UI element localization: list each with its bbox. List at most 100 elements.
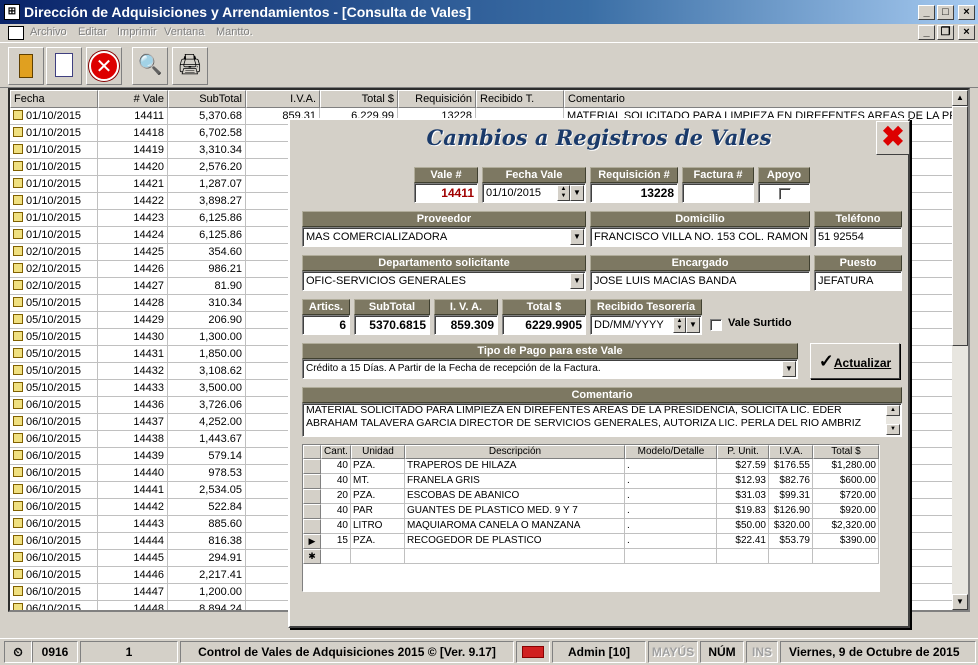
grid-header-recibido[interactable]: Recibido T.: [476, 90, 564, 108]
apoyo-checkbox[interactable]: [779, 188, 791, 200]
item-cell-total[interactable]: $920.00: [813, 504, 879, 519]
item-cell-punit[interactable]: $27.59: [717, 459, 769, 474]
item-cell-iva[interactable]: $99.31: [769, 489, 813, 504]
item-cell-unidad[interactable]: [351, 549, 405, 564]
item-cell-total[interactable]: $2,320.00: [813, 519, 879, 534]
date-spinner[interactable]: ▲ ▼: [557, 185, 570, 201]
departamento-select[interactable]: OFIC-SERVICIOS GENERALES ▼: [302, 271, 586, 291]
domicilio-field[interactable]: FRANCISCO VILLA NO. 153 COL. RAMON: [590, 227, 810, 247]
item-cell-descripcion[interactable]: GUANTES DE PLASTICO MED. 9 Y 7: [405, 504, 625, 519]
item-cell-descripcion[interactable]: MAQUIAROMA CANELA O MANZANA: [405, 519, 625, 534]
mdi-minimize-button[interactable]: _: [918, 25, 935, 40]
subtotal-field[interactable]: 5370.6815: [354, 315, 430, 335]
mdi-child-icon[interactable]: [8, 26, 24, 40]
item-cell-unidad[interactable]: LITRO: [351, 519, 405, 534]
item-cell-unidad[interactable]: PZA.: [351, 459, 405, 474]
item-cell-iva[interactable]: $176.55: [769, 459, 813, 474]
comentario-scrollbar[interactable]: ▲ ▼: [886, 405, 900, 435]
item-cell-descripcion[interactable]: TRAPEROS DE HILAZA: [405, 459, 625, 474]
item-cell-cant[interactable]: 15: [321, 534, 351, 549]
item-cell-punit[interactable]: $31.03: [717, 489, 769, 504]
row-selector[interactable]: [303, 459, 321, 474]
item-cell-cant[interactable]: [321, 549, 351, 564]
minimize-button[interactable]: _: [918, 5, 935, 20]
item-new-row[interactable]: ✱: [303, 549, 879, 564]
item-cell-total[interactable]: $390.00: [813, 534, 879, 549]
item-cell-cant[interactable]: 40: [321, 519, 351, 534]
items-header-unidad[interactable]: Unidad: [351, 445, 405, 459]
item-cell-cant[interactable]: 20: [321, 489, 351, 504]
item-cell-total[interactable]: $720.00: [813, 489, 879, 504]
item-cell-iva[interactable]: $53.79: [769, 534, 813, 549]
items-header-punit[interactable]: P. Unit.: [717, 445, 769, 459]
item-row[interactable]: ▶ 15 PZA. RECOGEDOR DE PLASTICO. $22.41 $53.7…: [303, 534, 879, 549]
total-field[interactable]: 6229.9905: [502, 315, 586, 335]
items-header-total[interactable]: Total $: [813, 445, 879, 459]
grid-header-subtotal[interactable]: SubTotal: [168, 90, 246, 108]
item-cell-cant[interactable]: 40: [321, 459, 351, 474]
item-cell-modelo[interactable]: .: [625, 519, 717, 534]
search-icon[interactable]: 🔍: [132, 47, 168, 85]
grid-vertical-scrollbar[interactable]: ▲ ▼: [952, 90, 968, 610]
item-cell-descripcion[interactable]: [405, 549, 625, 564]
items-table[interactable]: Cant. Unidad Descripción Modelo/Detalle P. U…: [302, 444, 880, 592]
proveedor-select[interactable]: MAS COMERCIALIZADORA ▼: [302, 227, 586, 247]
item-cell-unidad[interactable]: PZA.: [351, 534, 405, 549]
departamento-dropdown-icon[interactable]: ▼: [570, 273, 584, 289]
item-cell-modelo[interactable]: .: [625, 489, 717, 504]
vale-surtido-checkbox[interactable]: [710, 319, 722, 331]
item-cell-iva[interactable]: [769, 549, 813, 564]
row-selector[interactable]: [303, 474, 321, 489]
mdi-restore-button[interactable]: ❐: [937, 25, 954, 40]
comentario-textarea[interactable]: MATERIAL SOLICITADO PARA LIMPIEZA EN DIR…: [302, 403, 902, 437]
items-header-descripcion[interactable]: Descripción: [405, 445, 625, 459]
item-cell-punit[interactable]: $19.83: [717, 504, 769, 519]
scroll-down-icon[interactable]: ▼: [952, 594, 968, 610]
menu-ventana[interactable]: Ventana: [164, 26, 204, 38]
new-row-icon[interactable]: ✱: [303, 549, 321, 564]
actualizar-button[interactable]: ✓Actualizar: [810, 343, 900, 379]
row-pointer-icon[interactable]: ▶: [303, 534, 321, 549]
proveedor-dropdown-icon[interactable]: ▼: [570, 229, 584, 245]
item-cell-total[interactable]: $1,280.00: [813, 459, 879, 474]
item-cell-descripcion[interactable]: FRANELA GRIS: [405, 474, 625, 489]
comentario-scroll-down-icon[interactable]: ▼: [886, 424, 900, 435]
requisicion-field[interactable]: 13228: [590, 183, 678, 203]
item-cell-modelo[interactable]: .: [625, 534, 717, 549]
item-cell-punit[interactable]: [717, 549, 769, 564]
item-cell-iva[interactable]: $126.90: [769, 504, 813, 519]
grid-header-vale[interactable]: # Vale: [98, 90, 168, 108]
puesto-field[interactable]: JEFATURA: [814, 271, 902, 291]
tipo-pago-select[interactable]: Crédito a 15 Días. A Partir de la Fecha …: [302, 359, 798, 379]
item-row[interactable]: 40 PAR GUANTES DE PLASTICO MED. 9 Y 7. $19.…: [303, 504, 879, 519]
scroll-thumb[interactable]: [952, 106, 968, 346]
item-cell-descripcion[interactable]: ESCOBAS DE ABANICO: [405, 489, 625, 504]
print-icon[interactable]: 🖨: [172, 47, 208, 85]
document-icon[interactable]: [46, 47, 82, 85]
item-cell-punit[interactable]: $50.00: [717, 519, 769, 534]
grid-header-iva[interactable]: I.V.A.: [246, 90, 320, 108]
menu-imprimir[interactable]: Imprimir: [117, 26, 157, 38]
item-cell-iva[interactable]: $320.00: [769, 519, 813, 534]
item-cell-cant[interactable]: 40: [321, 474, 351, 489]
recibido-dropdown-icon[interactable]: ▼: [686, 317, 700, 333]
item-cell-punit[interactable]: $12.93: [717, 474, 769, 489]
item-cell-unidad[interactable]: PZA.: [351, 489, 405, 504]
maximize-button[interactable]: □: [937, 5, 954, 20]
vale-number-field[interactable]: 14411: [414, 183, 478, 203]
item-cell-cant[interactable]: 40: [321, 504, 351, 519]
dialog-close-icon[interactable]: ✖: [876, 121, 910, 155]
row-selector[interactable]: [303, 519, 321, 534]
cancel-icon[interactable]: ✕: [86, 47, 122, 85]
scroll-up-icon[interactable]: ▲: [952, 90, 968, 106]
comentario-scroll-up-icon[interactable]: ▲: [886, 405, 900, 416]
fecha-field[interactable]: 01/10/2015 ▲ ▼ ▼: [482, 183, 586, 203]
menu-mantto[interactable]: Mantto.: [216, 26, 253, 38]
item-cell-unidad[interactable]: PAR: [351, 504, 405, 519]
item-cell-modelo[interactable]: .: [625, 504, 717, 519]
item-cell-modelo[interactable]: .: [625, 474, 717, 489]
factura-field[interactable]: [682, 183, 754, 203]
recibido-field[interactable]: DD/MM/YYYY ▲ ▼ ▼: [590, 315, 702, 335]
grid-header-requisicion[interactable]: Requisición: [398, 90, 476, 108]
item-cell-modelo[interactable]: [625, 549, 717, 564]
